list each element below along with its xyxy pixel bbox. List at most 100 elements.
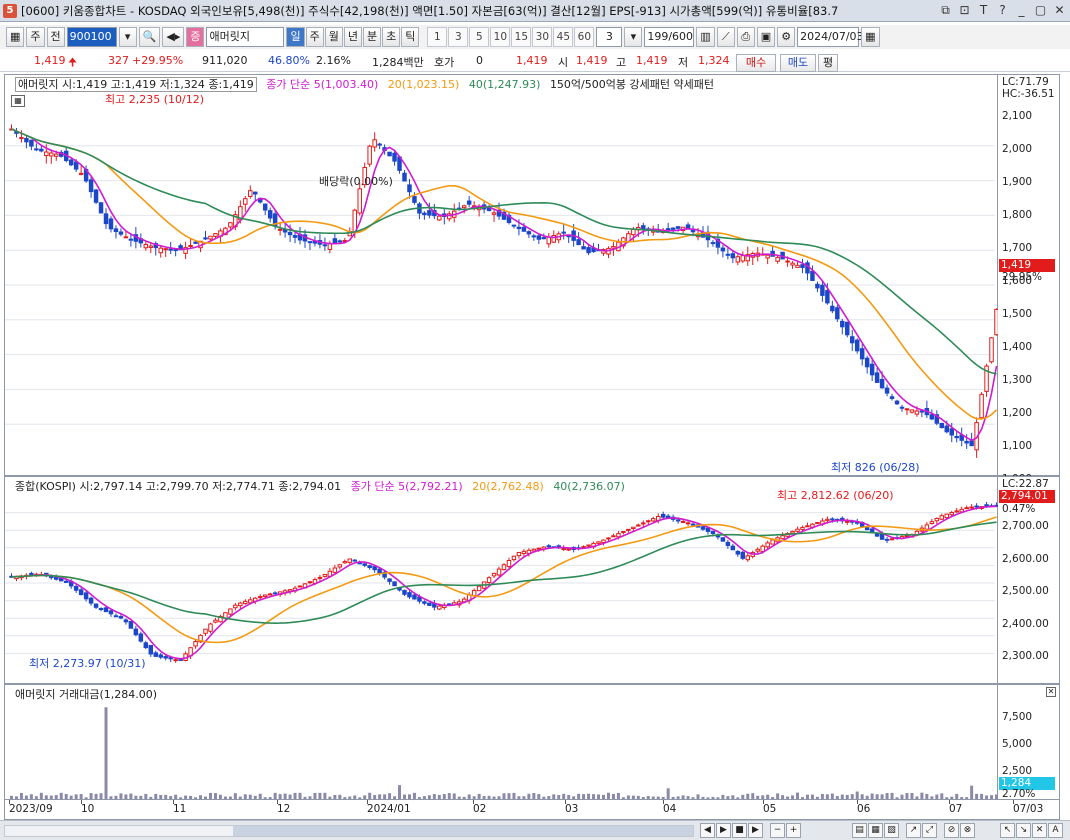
calendar-icon[interactable]: ▦	[861, 27, 880, 47]
open-value: 1,419	[576, 54, 608, 67]
volume-bar	[328, 796, 332, 799]
interval-dropdown-icon[interactable]: ▾	[624, 27, 643, 47]
font-icon[interactable]: A	[1048, 823, 1063, 838]
period-button-6[interactable]: 틱	[401, 27, 420, 47]
volume-bar	[238, 796, 242, 799]
candle-body	[680, 520, 686, 523]
main-chart-panel[interactable]: 애머릿지 시:1,419 고:1,419 저:1,324 종:1,419 종가 …	[4, 74, 999, 476]
volume-chart-panel[interactable]: 애머릿지 거래대금(1,284.00)	[4, 684, 999, 800]
period-button-4[interactable]: 분	[362, 27, 382, 47]
volume-bar	[517, 796, 521, 799]
scroll-track[interactable]	[4, 825, 694, 837]
annot-div: 배당락(0.00%)	[319, 175, 393, 188]
interval-button-30[interactable]: 30	[532, 27, 553, 47]
volume-bar	[149, 796, 153, 799]
volume-bar	[721, 794, 725, 799]
volume-bar	[820, 793, 824, 799]
period-button-5[interactable]: 초	[382, 27, 401, 47]
chart-type-icon[interactable]: ▥	[696, 27, 715, 47]
pin-icon[interactable]: ⊡	[956, 2, 973, 19]
kospi-chart-panel[interactable]: 종합(KOSPI) 시:2,797.14 고:2,799.70 저:2,774.…	[4, 476, 999, 684]
sell-button[interactable]: 매도	[780, 54, 816, 72]
tool-icon-7[interactable]: ⊗	[960, 823, 975, 838]
axis-tick: 5,000	[1002, 738, 1033, 750]
scroll-left-icon[interactable]: ◀	[700, 823, 715, 838]
layout-icon[interactable]: ▦	[6, 27, 25, 47]
window-title: [0600] 키움종합차트 - KOSDAQ 외국인보유[5,498(천)] 주…	[21, 3, 839, 18]
tool-icon-2[interactable]: ▦	[868, 823, 883, 838]
save-icon[interactable]: ▣	[756, 27, 776, 47]
period-button-1[interactable]: 주	[305, 27, 324, 47]
maximize-icon[interactable]: ▢	[1032, 2, 1049, 19]
minimize-icon[interactable]: _	[1013, 2, 1030, 19]
period-button-2[interactable]: 월	[324, 27, 343, 47]
volume-bar	[34, 796, 38, 799]
close-icon[interactable]: ✕	[1051, 2, 1068, 19]
tool-icon-5[interactable]: ⤢	[922, 823, 937, 838]
stop-icon[interactable]: ■	[732, 823, 747, 838]
close-pane-icon[interactable]: ✕	[1046, 687, 1056, 697]
arrow-right-icon[interactable]: ↘	[1016, 823, 1031, 838]
restore-icon[interactable]: ⧉	[937, 2, 954, 19]
interval-button-15[interactable]: 15	[511, 27, 532, 47]
range-input[interactable]: 199/600	[644, 27, 695, 47]
candle-body	[845, 520, 850, 523]
play-icon[interactable]: ▶	[716, 823, 731, 838]
scroll-right-icon[interactable]: ▶	[748, 823, 763, 838]
stock-code-input[interactable]: 900100	[66, 27, 117, 47]
window-buttons: ⧉ ⊡ T? _ ▢ ✕	[937, 2, 1068, 19]
interval-button-5[interactable]: 5	[469, 27, 490, 47]
type-select[interactable]: 주	[26, 27, 45, 47]
text-icon[interactable]: T	[975, 2, 992, 19]
tool-icon-3[interactable]: ▧	[884, 823, 899, 838]
tool-icon-4[interactable]: ↗	[906, 823, 921, 838]
candle-body	[83, 592, 89, 600]
candle-body	[740, 255, 746, 262]
prev-button[interactable]: 전	[46, 27, 65, 47]
volume-bar	[159, 794, 163, 799]
scroll-thumb[interactable]	[233, 826, 693, 836]
candle-body	[143, 243, 149, 249]
help-icon[interactable]: ?	[994, 2, 1011, 19]
zoom-out-icon[interactable]: −	[770, 823, 785, 838]
interval-button-10[interactable]: 10	[490, 27, 511, 47]
draw-icon[interactable]: ⟋	[716, 27, 735, 47]
swap-icon[interactable]: ✕	[1032, 823, 1047, 838]
interval-button-60[interactable]: 60	[574, 27, 595, 47]
interval-button-1[interactable]: 1	[427, 27, 448, 47]
print-icon[interactable]: ⎙	[736, 27, 755, 47]
arrow-left-icon[interactable]: ↖	[1000, 823, 1015, 838]
volume-bar	[243, 794, 247, 799]
volume-bar	[457, 796, 461, 799]
interval-input[interactable]: 3	[596, 27, 623, 47]
candle-body	[611, 245, 616, 249]
volume-bar	[895, 797, 899, 799]
volume-bar	[268, 797, 272, 799]
tool-icon-6[interactable]: ⊘	[944, 823, 959, 838]
volume-bar	[930, 796, 934, 799]
interval-button-3[interactable]: 3	[448, 27, 469, 47]
volume-bar	[567, 795, 571, 799]
date-input[interactable]: 2024/07/03	[797, 27, 864, 47]
dropdown-icon[interactable]: ▾	[118, 27, 137, 47]
stock-name-field[interactable]: 애머릿지	[206, 27, 285, 47]
search-icon[interactable]: 🔍	[138, 27, 161, 47]
settings-icon[interactable]: ⚙	[777, 27, 796, 47]
x-tick-mark	[1013, 800, 1014, 804]
candle-body	[387, 151, 392, 157]
volume-bar	[462, 796, 466, 799]
period-button-3[interactable]: 년	[343, 27, 362, 47]
interval-button-45[interactable]: 45	[553, 27, 574, 47]
eval-button[interactable]: 평	[818, 54, 838, 72]
speaker-icon[interactable]: ◀▸	[162, 27, 185, 47]
volume-bar	[587, 793, 591, 799]
zoom-in-icon[interactable]: +	[786, 823, 801, 838]
grid-icon[interactable]: ▦	[11, 95, 25, 107]
period-button-0[interactable]: 일	[286, 27, 305, 47]
scroll-bar[interactable]: ◀ ▶ ■ ▶ − + ▤ ▦ ▧ ↗ ⤢ ⊘ ⊗ ↖ ↘ ✕ A	[0, 820, 1070, 840]
volume-bar	[825, 794, 829, 799]
candle-body	[332, 238, 338, 244]
candle-body	[213, 619, 218, 623]
tool-icon-1[interactable]: ▤	[852, 823, 867, 838]
buy-button[interactable]: 매수	[736, 54, 776, 72]
